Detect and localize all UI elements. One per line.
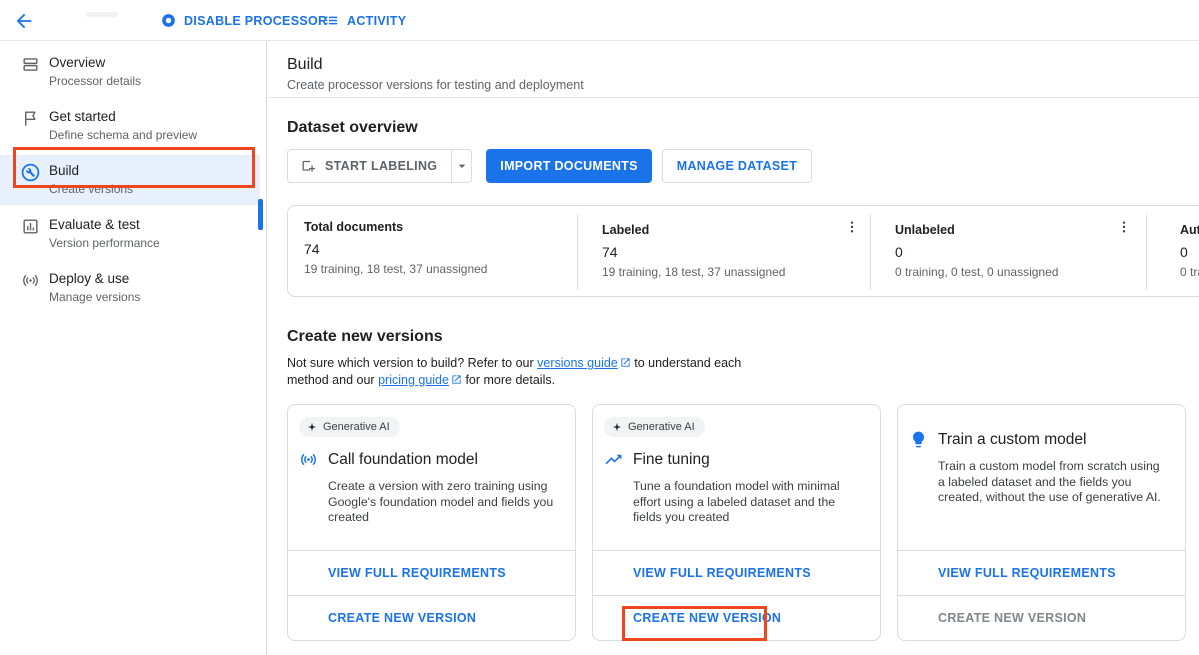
redacted-processor-name bbox=[86, 12, 118, 17]
activity-label: ACTIVITY bbox=[347, 14, 406, 28]
list-icon bbox=[323, 12, 340, 29]
stat-value: 74 bbox=[602, 244, 860, 260]
external-link-icon bbox=[451, 374, 462, 385]
sidebar-item-description: Define schema and preview bbox=[49, 127, 197, 144]
sidebar-item-evaluate-test[interactable]: Evaluate & test Version performance bbox=[0, 209, 266, 259]
card-train-custom-model: Train a custom model Train a custom mode… bbox=[897, 404, 1186, 641]
bar-chart-icon bbox=[21, 217, 40, 236]
card-description: Tune a foundation model with minimal eff… bbox=[633, 479, 864, 526]
trending-up-icon bbox=[604, 450, 623, 469]
view-full-requirements-link[interactable]: VIEW FULL REQUIREMENTS bbox=[328, 566, 506, 580]
pricing-guide-link[interactable]: pricing guide bbox=[378, 373, 462, 387]
card-fine-tuning: Generative AI Fine tuning Tune a foundat… bbox=[592, 404, 881, 641]
view-full-requirements-link[interactable]: VIEW FULL REQUIREMENTS bbox=[633, 566, 811, 580]
kebab-menu-icon[interactable] bbox=[844, 219, 860, 235]
disable-processor-label: DISABLE PROCESSOR bbox=[184, 14, 327, 28]
view-full-requirements-link[interactable]: VIEW FULL REQUIREMENTS bbox=[938, 566, 1116, 580]
stat-detail: 19 training, 18 test, 37 unassigned bbox=[304, 262, 567, 276]
card-description: Train a custom model from scratch using … bbox=[938, 459, 1169, 506]
overview-icon bbox=[21, 55, 40, 74]
sidebar-item-get-started[interactable]: Get started Define schema and preview bbox=[0, 101, 266, 151]
dataset-overview-heading: Dataset overview bbox=[287, 98, 1199, 137]
create-new-version-link[interactable]: CREATE NEW VERSION bbox=[328, 611, 476, 625]
stat-auto-labeled: Aut 0 0 tra bbox=[1146, 215, 1199, 290]
stat-label: Unlabeled bbox=[895, 223, 1136, 237]
stat-value: 0 bbox=[1180, 244, 1199, 260]
stat-label: Total documents bbox=[304, 220, 567, 234]
sparkle-icon bbox=[307, 422, 317, 432]
kebab-menu-icon[interactable] bbox=[1116, 219, 1132, 235]
page-subtitle: Create processor versions for testing an… bbox=[287, 78, 1199, 92]
sidebar-item-label: Evaluate & test bbox=[49, 216, 160, 234]
start-labeling-button[interactable]: START LABELING bbox=[288, 150, 451, 182]
generative-ai-badge: Generative AI bbox=[299, 417, 400, 437]
dataset-stats-card: Total documents 74 19 training, 18 test,… bbox=[287, 205, 1199, 297]
intro-text: Not sure which version to build? Refer t… bbox=[287, 356, 534, 370]
card-title: Call foundation model bbox=[328, 451, 478, 469]
create-new-versions-heading: Create new versions bbox=[287, 328, 1199, 346]
intro-text: for more details. bbox=[465, 373, 555, 387]
sidebar-scrollbar-thumb[interactable] bbox=[258, 199, 263, 230]
sidebar-item-build[interactable]: Build Create versions bbox=[0, 155, 260, 205]
foundation-model-icon bbox=[299, 450, 318, 469]
create-new-version-link[interactable]: CREATE NEW VERSION bbox=[633, 611, 781, 625]
stat-detail: 0 training, 0 test, 0 unassigned bbox=[895, 265, 1136, 279]
card-description: Create a version with zero training usin… bbox=[328, 479, 559, 526]
activity-button[interactable]: ACTIVITY bbox=[323, 0, 406, 41]
disable-processor-button[interactable]: DISABLE PROCESSOR bbox=[160, 0, 327, 41]
page-title: Build bbox=[287, 56, 1199, 74]
stat-labeled: Labeled 74 19 training, 18 test, 37 unas… bbox=[577, 215, 870, 290]
stat-label: Labeled bbox=[602, 223, 860, 237]
sidebar-item-label: Overview bbox=[49, 54, 141, 72]
disable-circle-icon bbox=[160, 12, 177, 29]
generative-ai-badge: Generative AI bbox=[604, 417, 705, 437]
external-link-icon bbox=[620, 357, 631, 368]
sidebar-item-description: Create versions bbox=[49, 181, 133, 198]
stat-detail: 0 tra bbox=[1180, 265, 1199, 279]
lightbulb-icon bbox=[909, 430, 928, 449]
versions-guide-link[interactable]: versions guide bbox=[537, 356, 631, 370]
stat-value: 0 bbox=[895, 244, 1136, 260]
stat-total-documents: Total documents 74 19 training, 18 test,… bbox=[288, 206, 577, 296]
version-cards: Generative AI Call foundation model Crea… bbox=[287, 404, 1199, 641]
chevron-down-icon bbox=[454, 158, 470, 174]
sidebar-item-label: Deploy & use bbox=[49, 270, 140, 288]
broadcast-icon bbox=[21, 271, 40, 290]
sidebar-item-label: Build bbox=[49, 162, 133, 180]
flag-icon bbox=[21, 109, 40, 128]
create-new-version-link-disabled: CREATE NEW VERSION bbox=[938, 611, 1086, 625]
sidebar-item-description: Manage versions bbox=[49, 289, 140, 306]
manage-dataset-button[interactable]: MANAGE DATASET bbox=[662, 149, 812, 183]
start-labeling-label: START LABELING bbox=[325, 159, 437, 173]
stat-value: 74 bbox=[304, 241, 567, 257]
top-app-bar: DISABLE PROCESSOR ACTIVITY bbox=[0, 0, 1199, 41]
card-title: Train a custom model bbox=[938, 431, 1086, 449]
sidebar-item-label: Get started bbox=[49, 108, 197, 126]
stat-unlabeled: Unlabeled 0 0 training, 0 test, 0 unassi… bbox=[870, 215, 1146, 290]
page-header: Build Create processor versions for test… bbox=[268, 41, 1199, 98]
intro-text: our bbox=[357, 373, 375, 387]
back-arrow-button[interactable] bbox=[13, 10, 35, 32]
left-nav: Overview Processor details Get started D… bbox=[0, 41, 267, 655]
sidebar-item-overview[interactable]: Overview Processor details bbox=[0, 47, 266, 97]
main-content: Build Create processor versions for test… bbox=[268, 41, 1199, 655]
build-wrench-icon bbox=[21, 163, 40, 182]
stat-label: Aut bbox=[1180, 223, 1199, 237]
versions-intro-text: Not sure which version to build? Refer t… bbox=[287, 355, 767, 388]
sidebar-item-deploy-use[interactable]: Deploy & use Manage versions bbox=[0, 263, 266, 313]
sidebar-item-description: Processor details bbox=[49, 73, 141, 90]
card-call-foundation-model: Generative AI Call foundation model Crea… bbox=[287, 404, 576, 641]
import-documents-button[interactable]: IMPORT DOCUMENTS bbox=[486, 149, 651, 183]
dataset-actions: START LABELING IMPORT DOCUMENTS MANAGE D… bbox=[287, 149, 1199, 183]
card-title: Fine tuning bbox=[633, 451, 710, 469]
label-add-icon bbox=[300, 158, 317, 175]
sparkle-icon bbox=[612, 422, 622, 432]
sidebar-item-description: Version performance bbox=[49, 235, 160, 252]
start-labeling-dropdown[interactable] bbox=[451, 150, 471, 182]
start-labeling-split-button: START LABELING bbox=[287, 149, 472, 183]
stat-detail: 19 training, 18 test, 37 unassigned bbox=[602, 265, 860, 279]
